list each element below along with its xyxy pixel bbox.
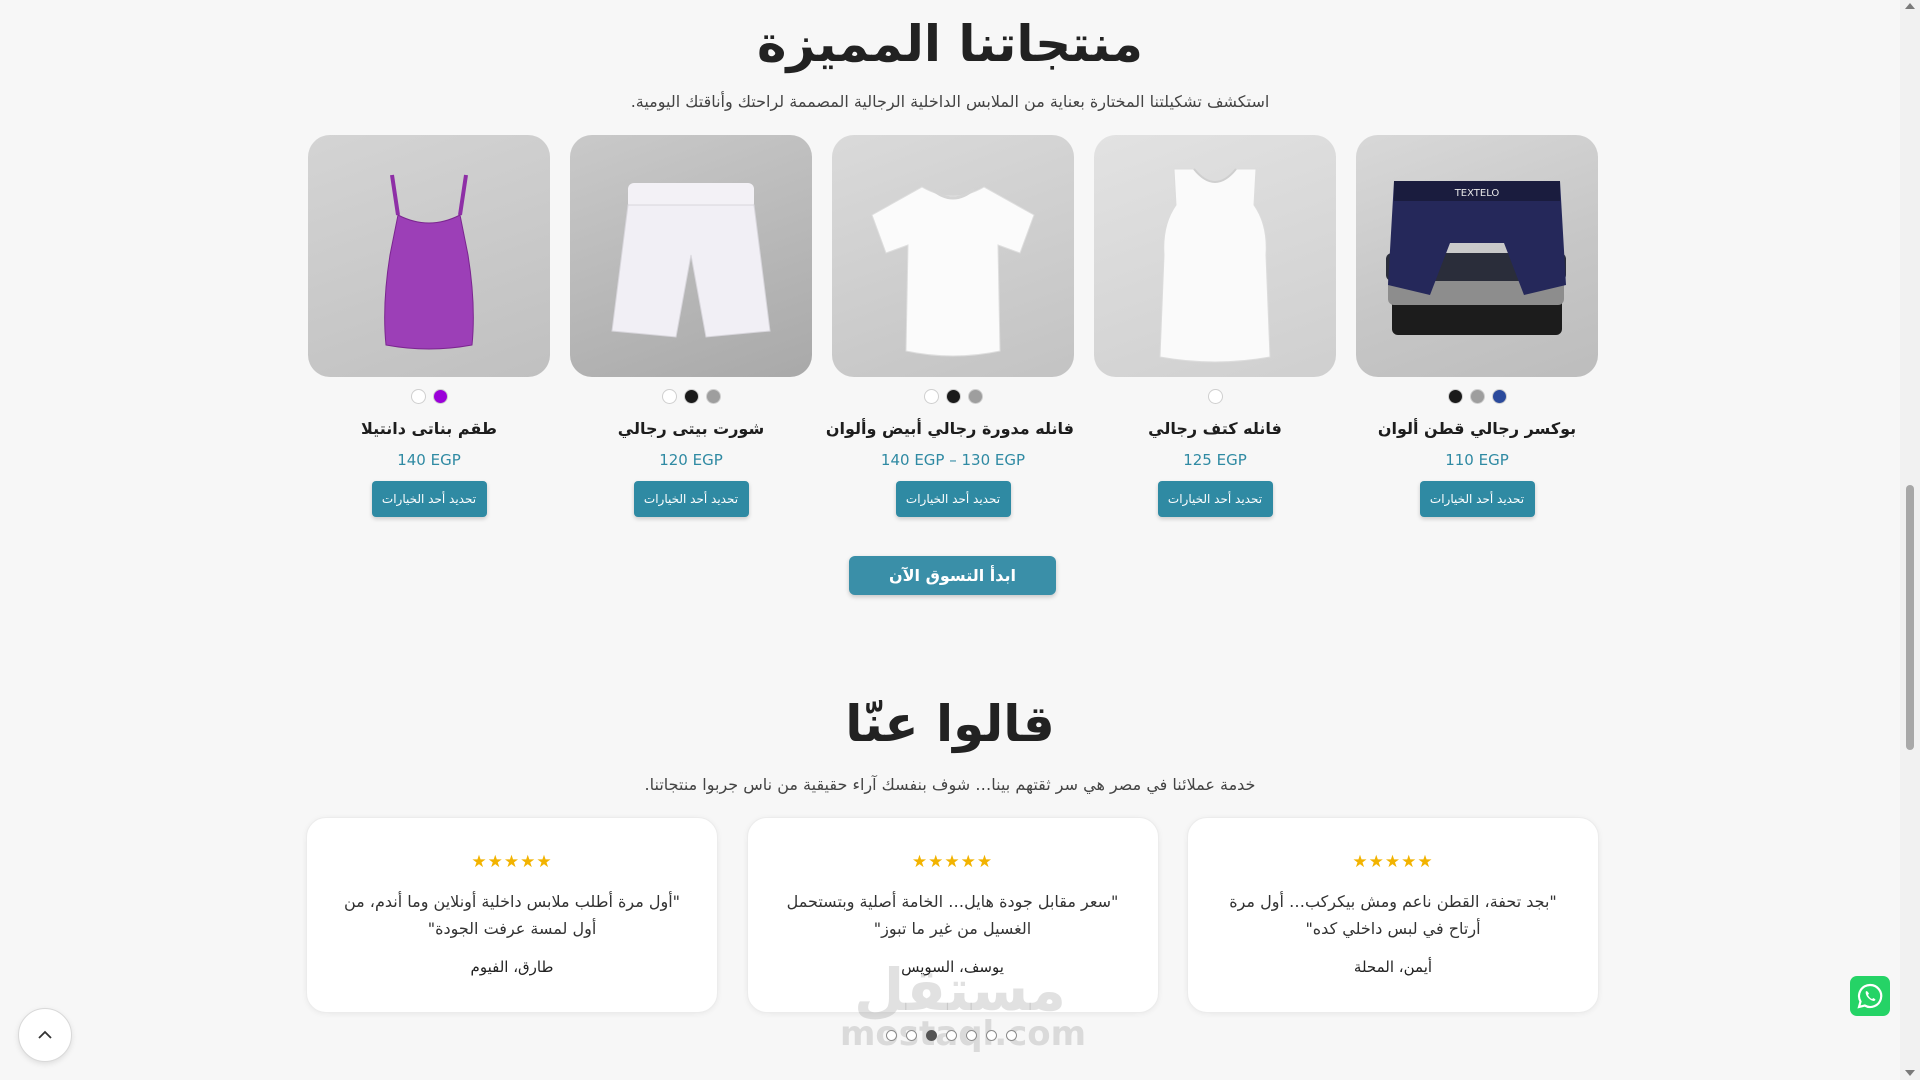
swatch-white[interactable] <box>661 389 677 404</box>
carousel-dot[interactable] <box>966 1030 977 1041</box>
testimonial-text: "أول مرة أطلب ملابس داخلية أونلاين وما أ… <box>343 892 681 938</box>
product-name[interactable]: طقم بناتى دانتيلا <box>308 419 550 438</box>
product-price: 140 EGP <box>397 451 461 469</box>
star-rating: ★★★★★ <box>471 852 553 872</box>
scroll-up-icon[interactable] <box>1905 3 1915 9</box>
start-shopping-button[interactable]: ابدأ التسوق الآن <box>849 556 1056 595</box>
shorts-image[interactable] <box>570 135 812 377</box>
swatch-white[interactable] <box>923 389 939 404</box>
product-name[interactable]: فانله مدورة رجالي أبيض وألوان <box>826 419 1074 438</box>
select-options-button[interactable]: تحديد أحد الخيارات <box>1419 481 1535 517</box>
featured-subtitle: استكشف تشكيلتنا المختارة بعناية من الملا… <box>630 92 1270 111</box>
product-card: فانله مدورة رجالي أبيض وألوان 140 EGP – … <box>826 135 1074 517</box>
carousel-dot[interactable] <box>906 1030 917 1041</box>
select-options-button[interactable]: تحديد أحد الخيارات <box>633 481 749 517</box>
product-price: 125 EGP <box>1183 451 1247 469</box>
swatch-black[interactable] <box>1447 389 1463 404</box>
page-scrollbar[interactable] <box>1900 0 1920 1080</box>
product-name[interactable]: شورت بيتى رجالي <box>570 419 812 438</box>
testimonials-subtitle: خدمة عملائنا في مصر هي سر ثقتهم بينا… شو… <box>644 775 1256 794</box>
carousel-dot[interactable] <box>886 1030 897 1041</box>
product-card: TEXTELO بوكسر رجالي قطن ألوان 110 EGP تح… <box>1356 135 1598 517</box>
swatch-gray[interactable] <box>705 389 721 404</box>
carousel-pagination <box>886 1030 1017 1042</box>
camisole-image[interactable] <box>308 135 550 377</box>
scroll-down-icon[interactable] <box>1905 1070 1915 1076</box>
star-rating: ★★★★★ <box>911 852 994 872</box>
tank-top-image[interactable] <box>1094 135 1336 377</box>
product-price: 120 EGP <box>659 451 723 469</box>
color-swatches <box>1094 389 1336 405</box>
color-swatches <box>832 389 1074 405</box>
product-name[interactable]: بوكسر رجالي قطن ألوان <box>1356 419 1598 438</box>
swatch-gray[interactable] <box>1469 389 1485 404</box>
swatch-purple[interactable] <box>432 389 448 404</box>
color-swatches <box>308 389 550 405</box>
carousel-dot[interactable] <box>1006 1030 1017 1041</box>
select-options-button[interactable]: تحديد أحد الخيارات <box>895 481 1011 517</box>
scrollbar-thumb[interactable] <box>1906 485 1914 750</box>
testimonial-text: "سعر مقابل جودة هايل… الخامة أصلية وبتست… <box>786 892 1119 938</box>
color-swatches <box>1356 389 1598 405</box>
swatch-white[interactable] <box>410 389 426 404</box>
chevron-up-icon <box>38 1030 52 1039</box>
swatch-blue[interactable] <box>1491 389 1507 404</box>
tshirt-image[interactable] <box>832 135 1074 377</box>
product-card: شورت بيتى رجالي 120 EGP تحديد أحد الخيار… <box>570 135 812 517</box>
testimonials-title: قالوا عنّا <box>845 695 1055 753</box>
swatch-black[interactable] <box>945 389 961 404</box>
boxer-briefs-image[interactable]: TEXTELO <box>1356 135 1598 377</box>
testimonial-card: ★★★★★ "سعر مقابل جودة هايل… الخامة أصلية… <box>746 817 1159 1013</box>
back-to-top-button[interactable] <box>18 1008 72 1062</box>
testimonial-author: طارق، الفيوم <box>470 958 554 976</box>
testimonial-author: أيمن، المحلة <box>1353 958 1433 976</box>
boxer-brand-text: TEXTELO <box>1454 188 1500 199</box>
testimonials-carousel: ★★★★★ "بجد تحفة، القطن ناعم ومش بيكركب… … <box>306 817 1599 1013</box>
carousel-dot[interactable] <box>986 1030 997 1041</box>
whatsapp-button[interactable] <box>1850 976 1890 1016</box>
product-grid: TEXTELO بوكسر رجالي قطن ألوان 110 EGP تح… <box>308 135 1598 517</box>
star-rating: ★★★★★ <box>1352 852 1434 872</box>
whatsapp-icon <box>1857 983 1883 1009</box>
product-price: 110 EGP <box>1445 451 1509 469</box>
select-options-button[interactable]: تحديد أحد الخيارات <box>1157 481 1273 517</box>
testimonial-card: ★★★★★ "بجد تحفة، القطن ناعم ومش بيكركب… … <box>1187 817 1599 1013</box>
swatch-gray[interactable] <box>967 389 983 404</box>
page: منتجاتنا المميزة استكشف تشكيلتنا المختار… <box>0 0 1900 1080</box>
product-card: طقم بناتى دانتيلا 140 EGP تحديد أحد الخي… <box>308 135 550 517</box>
testimonial-text: "بجد تحفة، القطن ناعم ومش بيكركب… أول مر… <box>1229 892 1557 938</box>
swatch-black[interactable] <box>683 389 699 404</box>
testimonial-card: ★★★★★ "أول مرة أطلب ملابس داخلية أونلاين… <box>306 817 718 1013</box>
product-price: 140 EGP – 130 EGP <box>880 451 1026 469</box>
select-options-button[interactable]: تحديد أحد الخيارات <box>371 481 487 517</box>
testimonial-author: يوسف، السويس <box>901 958 1004 976</box>
carousel-dot-active[interactable] <box>926 1030 937 1041</box>
featured-title: منتجاتنا المميزة <box>757 15 1143 73</box>
swatch-white[interactable] <box>1207 389 1223 404</box>
product-name[interactable]: فانله كتف رجالي <box>1094 419 1336 438</box>
product-card: فانله كتف رجالي 125 EGP تحديد أحد الخيار… <box>1094 135 1336 517</box>
color-swatches <box>570 389 812 405</box>
carousel-dot[interactable] <box>946 1030 957 1041</box>
